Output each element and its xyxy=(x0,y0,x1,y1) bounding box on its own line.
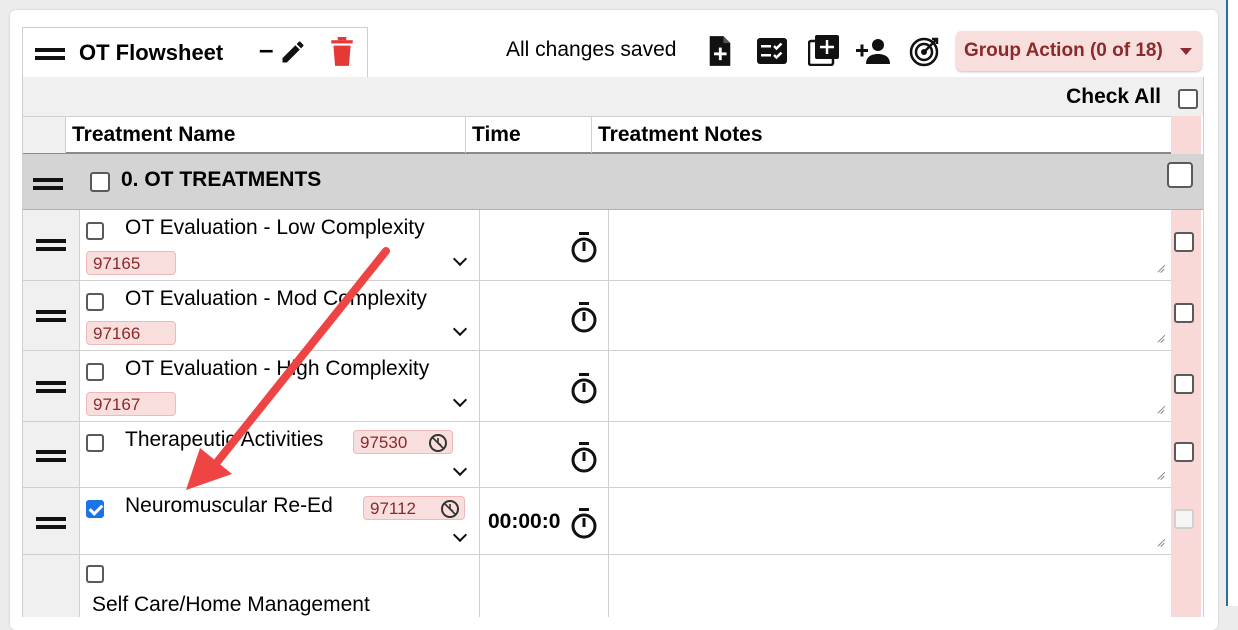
annotation-arrow xyxy=(186,247,390,490)
